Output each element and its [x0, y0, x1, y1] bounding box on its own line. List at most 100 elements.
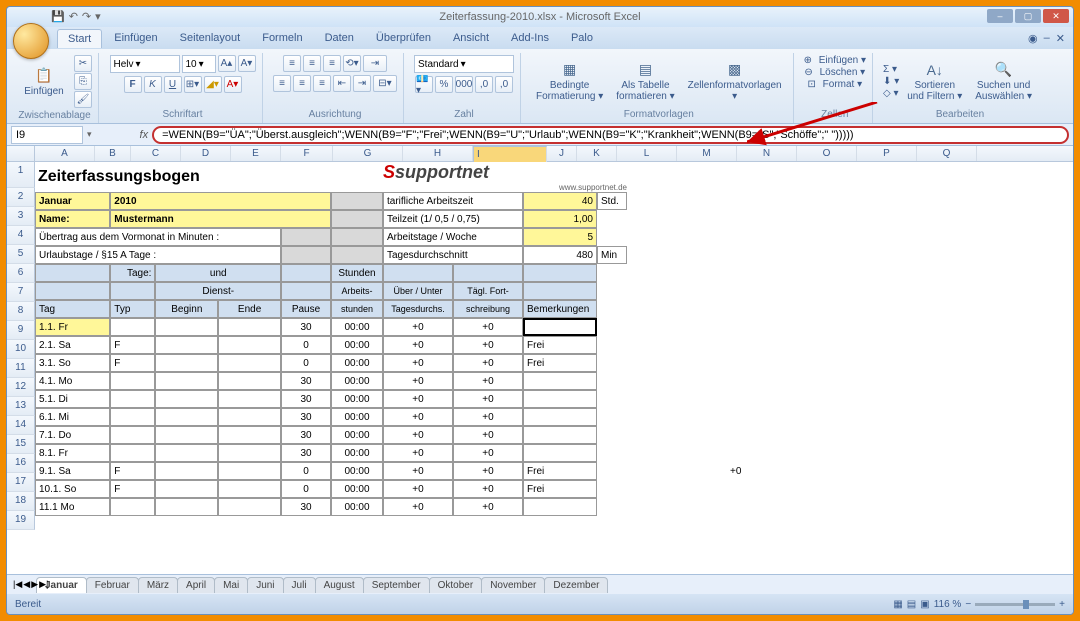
cell[interactable]: +0 [453, 444, 523, 462]
cell[interactable] [155, 498, 218, 516]
cell[interactable] [597, 282, 627, 300]
cell[interactable]: Übertrag aus dem Vormonat in Minuten : [35, 228, 281, 246]
cell[interactable]: +0 [383, 318, 453, 336]
cell[interactable] [597, 336, 627, 354]
font-size-selector[interactable]: 10 ▾ [182, 55, 216, 73]
cell-styles-button[interactable]: ▩ Zellenformatvorlagen ▾ [683, 58, 787, 105]
row-header-4[interactable]: 4 [7, 226, 35, 245]
cell[interactable]: 30 [281, 444, 331, 462]
cell[interactable] [597, 300, 627, 318]
cell[interactable] [155, 390, 218, 408]
autosum-icon[interactable]: Σ ▾ [883, 64, 897, 75]
row-header-12[interactable]: 12 [7, 378, 35, 397]
row-header-14[interactable]: 14 [7, 416, 35, 435]
sort-filter-button[interactable]: A↓ Sortieren und Filtern ▾ [902, 58, 967, 105]
cell[interactable]: +0 [383, 444, 453, 462]
cell[interactable] [597, 390, 627, 408]
column-header-C[interactable]: C [131, 146, 181, 161]
cell[interactable]: 5.1. Di [35, 390, 110, 408]
name-box[interactable]: I9 [11, 126, 83, 144]
column-header-M[interactable]: M [677, 146, 737, 161]
cell[interactable]: Tagesdurchs. [383, 300, 453, 318]
cell[interactable]: Frei [523, 462, 597, 480]
row-header-18[interactable]: 18 [7, 492, 35, 511]
cell[interactable]: +0 [383, 498, 453, 516]
cell[interactable] [453, 264, 523, 282]
cell[interactable] [218, 390, 281, 408]
column-header-N[interactable]: N [737, 146, 797, 161]
tab-einfuegen[interactable]: Einfügen [104, 29, 167, 47]
align-bottom-button[interactable]: ≡ [323, 55, 341, 72]
row-header-3[interactable]: 3 [7, 207, 35, 226]
cell[interactable] [110, 282, 155, 300]
sheet-tab-november[interactable]: November [481, 577, 545, 593]
align-left-button[interactable]: ≡ [273, 75, 291, 92]
font-color-button[interactable]: A▾ [224, 76, 242, 93]
cell[interactable] [281, 246, 331, 264]
italic-button[interactable]: K [144, 76, 162, 93]
cell[interactable]: 5 [523, 228, 597, 246]
cell[interactable] [155, 372, 218, 390]
underline-button[interactable]: U [164, 76, 182, 93]
cell[interactable]: Pause [281, 300, 331, 318]
cell[interactable]: Typ [110, 300, 155, 318]
cell[interactable]: +0 [453, 498, 523, 516]
cell[interactable] [218, 318, 281, 336]
cell[interactable]: F [110, 336, 155, 354]
cell[interactable]: 2.1. Sa [35, 336, 110, 354]
cell[interactable] [155, 444, 218, 462]
font-selector[interactable]: Helv ▾ [110, 55, 180, 73]
cell[interactable] [218, 480, 281, 498]
cell[interactable]: +0 [383, 336, 453, 354]
cell[interactable]: Urlaubstage / §15 A Tage : [35, 246, 281, 264]
cell[interactable] [35, 264, 110, 282]
cell[interactable] [218, 354, 281, 372]
tab-addins[interactable]: Add-Ins [501, 29, 559, 47]
cell[interactable] [110, 390, 155, 408]
save-icon[interactable]: 💾 [51, 10, 65, 23]
cell[interactable]: 7.1. Do [35, 426, 110, 444]
cell[interactable]: 6.1. Mi [35, 408, 110, 426]
tab-palo[interactable]: Palo [561, 29, 603, 47]
align-right-button[interactable]: ≡ [313, 75, 331, 92]
tab-nav-first-icon[interactable]: |◀ [13, 579, 22, 590]
cell[interactable]: Tagesdurchschnitt [383, 246, 523, 264]
cell[interactable]: 8.1. Fr [35, 444, 110, 462]
increase-decimal-button[interactable]: ,0 [475, 76, 493, 93]
cell[interactable] [218, 372, 281, 390]
format-painter-button[interactable]: 🖌 [74, 91, 92, 108]
cell[interactable]: +0 [383, 480, 453, 498]
cell[interactable] [218, 426, 281, 444]
column-header-H[interactable]: H [403, 146, 473, 161]
cell[interactable] [597, 372, 627, 390]
align-middle-button[interactable]: ≡ [303, 55, 321, 72]
cell[interactable]: stunden [331, 300, 383, 318]
tab-daten[interactable]: Daten [315, 29, 364, 47]
cell[interactable]: 0 [281, 354, 331, 372]
view-page-icon[interactable]: ▤ [907, 599, 916, 610]
row-header-9[interactable]: 9 [7, 321, 35, 340]
cell[interactable]: +0 [453, 390, 523, 408]
format-as-table-button[interactable]: ▤ Als Tabelle formatieren ▾ [611, 58, 679, 105]
align-top-button[interactable]: ≡ [283, 55, 301, 72]
cell[interactable] [523, 264, 597, 282]
sheet-tab-oktober[interactable]: Oktober [429, 577, 483, 593]
cell[interactable]: 00:00 [331, 354, 383, 372]
cell[interactable]: 2010 [110, 192, 331, 210]
cell[interactable]: Tage: [110, 264, 155, 282]
cell[interactable] [597, 498, 627, 516]
row-header-7[interactable]: 7 [7, 283, 35, 302]
sheet-tab-februar[interactable]: Februar [86, 577, 139, 593]
cell[interactable] [281, 228, 331, 246]
maximize-button[interactable]: ▢ [1015, 9, 1041, 23]
column-header-B[interactable]: B [95, 146, 131, 161]
cell[interactable]: Mustermann [110, 210, 331, 228]
cell[interactable] [597, 210, 627, 228]
qat-more-icon[interactable]: ▾ [95, 10, 101, 23]
tab-ueberpruefen[interactable]: Überprüfen [366, 29, 441, 47]
cell[interactable] [218, 498, 281, 516]
cell[interactable]: F [110, 480, 155, 498]
cell[interactable]: 1.1. Fr [35, 318, 110, 336]
minimize-button[interactable]: – [987, 9, 1013, 23]
cut-button[interactable]: ✂ [74, 55, 92, 72]
